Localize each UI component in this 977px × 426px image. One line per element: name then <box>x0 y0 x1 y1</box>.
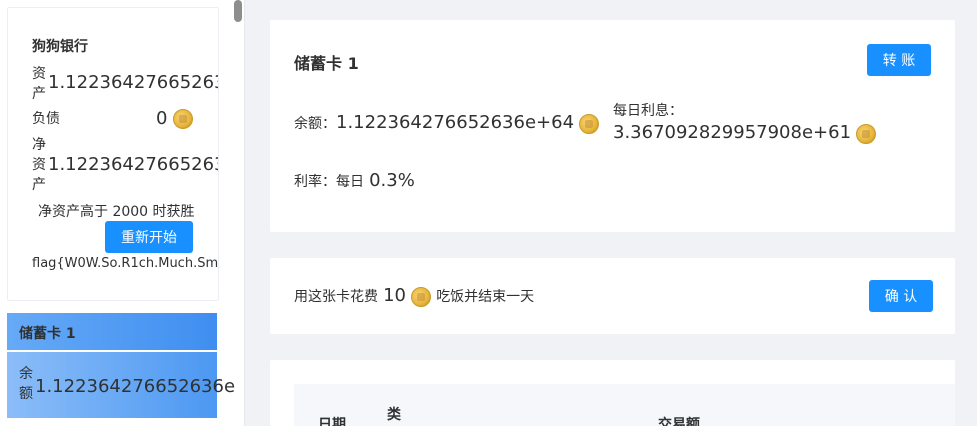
assets-label: 资产 <box>32 66 46 102</box>
sidebar-item-label: 储蓄卡 1 <box>19 326 76 342</box>
debt-row: 0 <box>156 108 194 129</box>
sidebar-item-balance[interactable]: 余额 1.122364276652636e <box>7 352 235 418</box>
transactions-panel: 日期 类 交易额 余 <box>270 360 955 426</box>
bank-summary-card: 狗狗银行 资产 1.122364276652636 负债 0 净资产 1.122… <box>7 7 219 301</box>
sidebar-balance-value: 1.122364276652636e <box>35 376 236 397</box>
dogecoin-icon <box>856 123 877 144</box>
sidebar-balance-label: 余额 <box>19 366 33 402</box>
eat-prefix: 用这张卡花费 <box>294 289 378 305</box>
rate-period: 每日 <box>336 174 364 190</box>
daily-interest-value: 3.367092829957908e+61 <box>613 122 852 143</box>
column-header-amount: 交易额 <box>658 417 700 426</box>
daily-interest-label: 每日利息： <box>613 103 683 119</box>
scrollbar-thumb[interactable] <box>234 0 242 22</box>
win-condition-text: 净资产高于 2000 时获胜 <box>38 204 195 220</box>
confirm-button[interactable]: 确 认 <box>869 280 933 312</box>
column-header-type: 类 <box>387 407 401 423</box>
dogecoin-icon <box>579 113 600 134</box>
assets-value: 1.122364276652636 <box>48 72 219 93</box>
balance-row: 余额：1.122364276652636e+64 <box>294 112 600 134</box>
balance-value: 1.122364276652636e+64 <box>336 112 575 133</box>
dogecoin-icon <box>173 109 194 129</box>
column-header-date: 日期 <box>318 417 346 426</box>
debt-label: 负债 <box>32 111 60 127</box>
restart-button[interactable]: 重新开始 <box>105 221 193 253</box>
eat-text: 用这张卡花费 10 吃饭并结束一天 <box>294 285 534 307</box>
bank-name: 狗狗银行 <box>32 39 88 55</box>
rate-value: 0.3% <box>369 170 415 191</box>
eat-suffix: 吃饭并结束一天 <box>436 289 535 305</box>
dogecoin-icon <box>411 286 432 307</box>
transactions-table-header: 日期 类 交易额 余 <box>294 384 955 426</box>
eat-panel: 用这张卡花费 10 吃饭并结束一天 确 认 <box>270 258 955 334</box>
savings-card-panel: 储蓄卡 1 转 账 余额：1.122364276652636e+64 每日利息：… <box>270 20 955 232</box>
rate-label: 利率： <box>294 174 336 190</box>
sidebar-item-savings-card-1[interactable]: 储蓄卡 1 <box>7 313 217 350</box>
eat-amount: 10 <box>383 285 406 306</box>
debt-value: 0 <box>156 108 168 129</box>
transfer-button[interactable]: 转 账 <box>867 44 931 76</box>
net-assets-label: 净资产 <box>32 137 46 193</box>
daily-interest-row: 3.367092829957908e+61 <box>613 122 877 144</box>
card-title: 储蓄卡 1 <box>294 54 359 73</box>
net-assets-value: 1.122364276652636 <box>48 154 219 175</box>
sidebar: 狗狗银行 资产 1.122364276652636 负债 0 净资产 1.122… <box>0 0 245 426</box>
balance-label: 余额： <box>294 116 336 132</box>
rate-row: 利率：每日 0.3% <box>294 170 415 191</box>
flag-text: flag{W0W.So.R1ch.Much.Smar <box>32 256 219 271</box>
